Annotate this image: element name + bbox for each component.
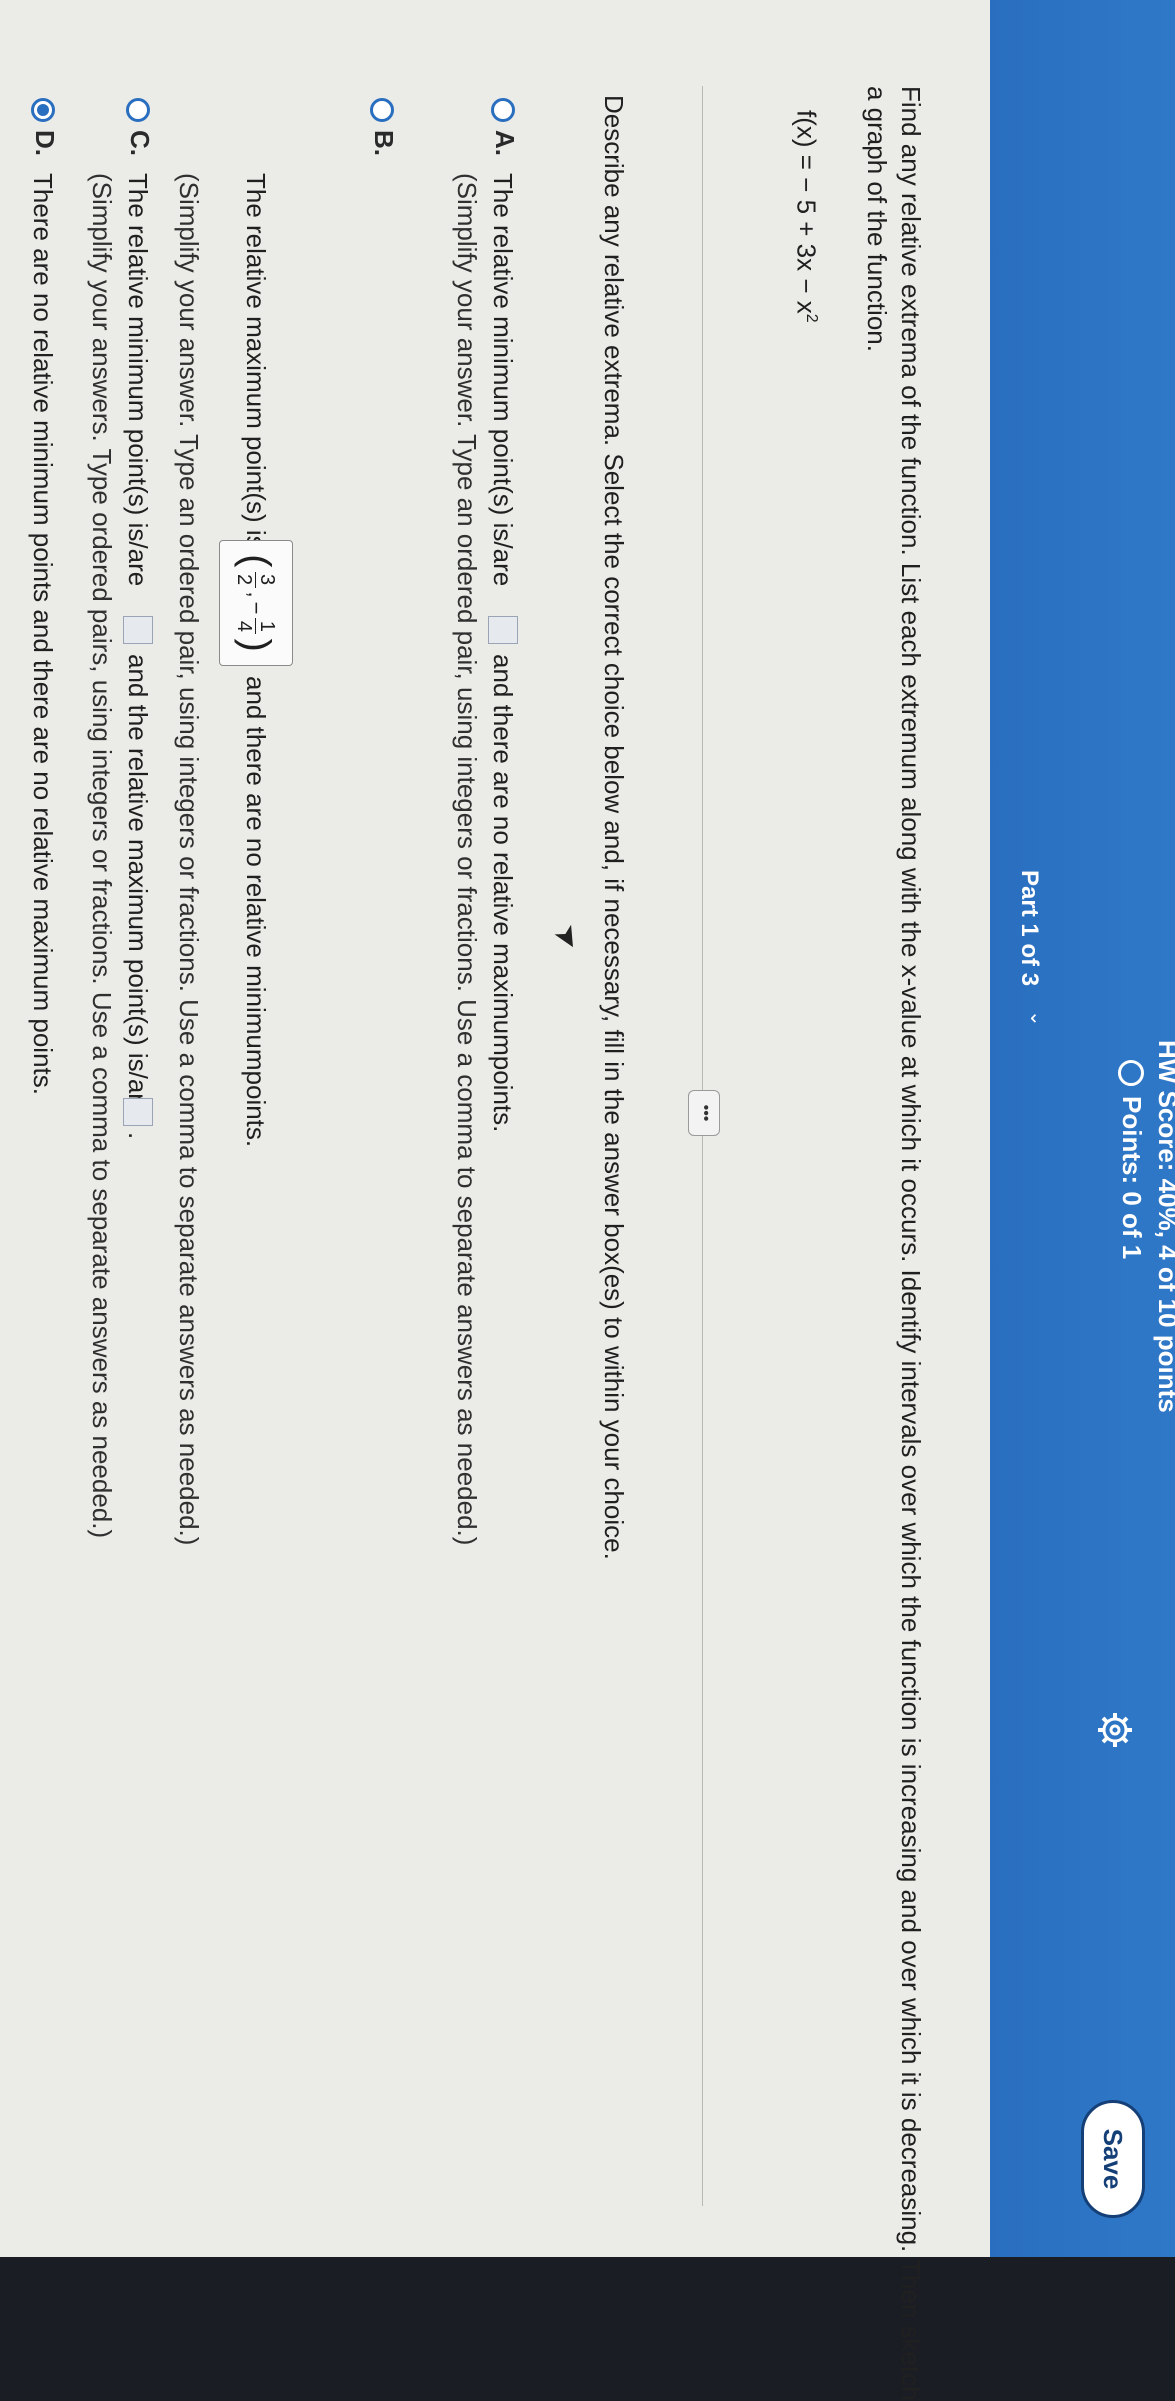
option-a-answer-box[interactable] xyxy=(488,616,518,644)
option-a-hint: (Simplify your answer. Type an ordered p… xyxy=(452,173,482,1546)
points-text: Points: 0 of 1 xyxy=(1117,1096,1147,1260)
option-a-letter: A. xyxy=(490,130,520,156)
option-c-max-answer-box[interactable] xyxy=(123,1098,153,1126)
radio-option-c[interactable] xyxy=(126,98,150,122)
fraction-x: 3 2 xyxy=(233,571,279,588)
question-panel: Find any relative extrema of the functio… xyxy=(0,0,990,2401)
fraction-bar xyxy=(255,618,257,635)
option-c-min-answer-box[interactable] xyxy=(123,616,153,644)
option-b-text-before: The relative maximum point(s) is/are xyxy=(241,173,271,594)
mouse-cursor-icon: ➤ xyxy=(546,918,589,957)
open-paren: ( xyxy=(234,554,278,568)
option-d-text: There are no relative minimum points and… xyxy=(28,173,58,1095)
chevron-down-icon[interactable]: ⌄ xyxy=(1025,1010,1050,1027)
radio-option-d[interactable] xyxy=(31,98,55,122)
function-base: f(x) = − 5 + 3x − x xyxy=(791,110,822,314)
fraction-y: 1 4 xyxy=(233,618,279,635)
fraction-bar xyxy=(255,571,257,588)
part-label: Part 1 of 3 xyxy=(1016,870,1043,987)
hw-score: HW Score: 40%, 4 of 10 points xyxy=(1153,1040,1175,1413)
radio-option-a[interactable] xyxy=(491,98,515,122)
save-button[interactable]: Save xyxy=(1081,2100,1145,2218)
option-c-letter: C. xyxy=(125,130,155,156)
fraction-x-numerator: 3 xyxy=(256,573,279,586)
question-text-line2: a graph of the function. xyxy=(862,86,892,352)
radio-option-b[interactable] xyxy=(370,98,394,122)
points-indicator: Points: 0 of 1 xyxy=(1116,1060,1147,1259)
option-b-letter: B. xyxy=(369,130,399,156)
option-c-text-before: The relative minimum point(s) is/are xyxy=(123,173,153,587)
function-exponent: 2 xyxy=(803,313,820,323)
option-a-text-before: The relative minimum point(s) is/are xyxy=(488,173,518,587)
function-expression: f(x) = − 5 + 3x − x2 xyxy=(789,110,828,323)
fraction-x-denominator: 2 xyxy=(233,573,256,586)
top-bar: HW Score: 40%, 4 of 10 points Points: 0 … xyxy=(990,0,1175,2257)
option-b-answer-field[interactable]: ( 3 2 , − 1 4 ) xyxy=(219,540,293,666)
answer-comma: , xyxy=(244,591,269,598)
more-button[interactable]: ••• xyxy=(688,1090,720,1136)
gear-icon[interactable] xyxy=(1095,1710,1135,1750)
option-b-text-after: and there are no relative minimumpoints. xyxy=(241,676,271,1148)
instruction-text: Describe any relative extrema. Select th… xyxy=(599,95,629,1560)
answer-minus: − xyxy=(244,601,269,615)
option-d-letter: D. xyxy=(30,130,60,156)
page: HW Score: 40%, 4 of 10 points Points: 0 … xyxy=(0,0,1175,2401)
option-b-hint: (Simplify your answer. Type an ordered p… xyxy=(174,173,204,1546)
option-c-hint: (Simplify your answers. Type ordered pai… xyxy=(87,173,117,1539)
points-ring-icon xyxy=(1118,1060,1145,1086)
fraction-y-denominator: 4 xyxy=(233,620,256,633)
option-a-text-after: and there are no relative maximumpoints. xyxy=(488,654,518,1133)
close-paren: ) xyxy=(234,638,278,652)
option-c-text-end: . xyxy=(123,1132,153,1140)
divider xyxy=(702,86,703,2206)
question-text-line1: Find any relative extrema of the functio… xyxy=(896,86,926,2401)
fraction-y-numerator: 1 xyxy=(256,620,279,633)
option-c-text-mid: and the relative maximum point(s) is/are xyxy=(123,654,153,1117)
